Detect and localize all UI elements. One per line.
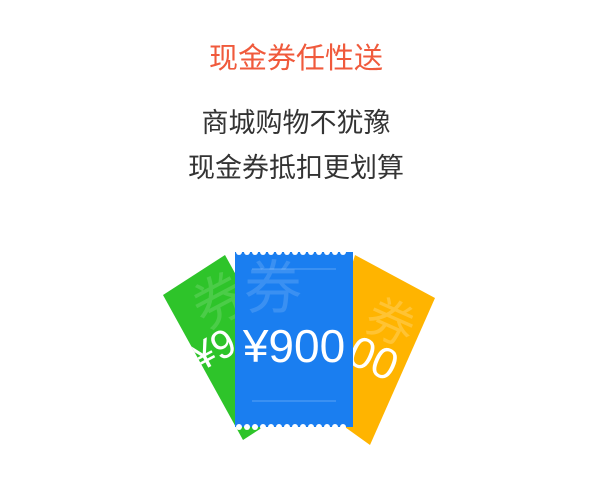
scallop-notch	[276, 424, 282, 430]
scallop-notch	[324, 424, 330, 430]
scallop-notch	[252, 424, 258, 430]
scallop-notch	[236, 424, 242, 430]
scallop-notch	[260, 424, 266, 430]
scallop-notch	[316, 249, 322, 255]
scallop-notch	[284, 424, 290, 430]
scallop-notch	[236, 249, 242, 255]
scallop-notch	[300, 424, 306, 430]
voucher-ticket-blue-watermark: 券	[244, 254, 302, 322]
scallop-notch	[340, 249, 346, 255]
voucher-ticket-blue-amount: ¥900	[242, 320, 345, 372]
voucher-ticket-blue: 券 ¥900	[235, 249, 353, 430]
scallop-notch	[316, 424, 322, 430]
scallop-notch	[324, 249, 330, 255]
scallop-notch	[332, 249, 338, 255]
scallop-notch	[268, 424, 274, 430]
voucher-fan-illustration: 券 ¥9 券 00 券 ¥900	[163, 249, 435, 445]
scallop-notch	[292, 424, 298, 430]
scallop-notch	[244, 424, 250, 430]
scallop-notch	[332, 424, 338, 430]
scallop-notch	[308, 424, 314, 430]
scallop-notch	[340, 424, 346, 430]
scallop-notch	[308, 249, 314, 255]
